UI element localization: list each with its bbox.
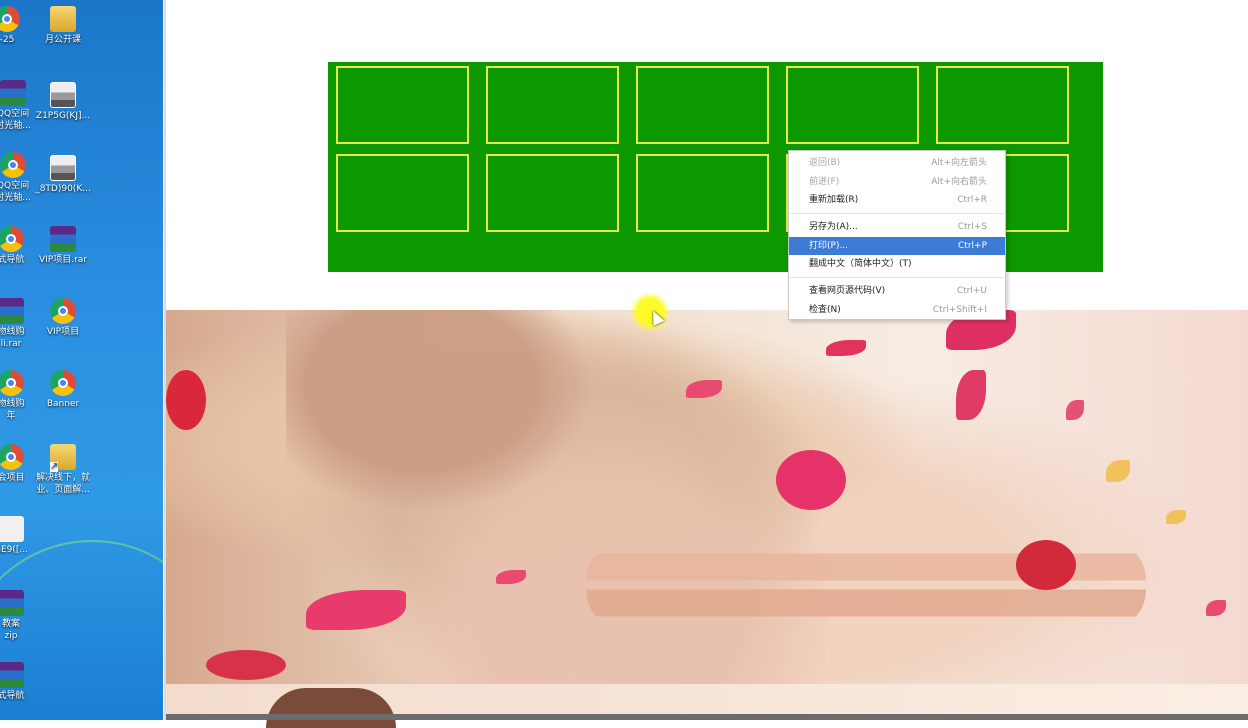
desktop-icon[interactable]: 月公开课 bbox=[28, 6, 98, 46]
winrar-icon bbox=[0, 662, 24, 688]
desktop-icon[interactable]: Z1P5G(KJ]... bbox=[28, 82, 98, 122]
desktop-icon[interactable]: _8TD)90(K... bbox=[28, 155, 98, 195]
menu-item-forward[interactable]: 前进(F) Alt+向右箭头 bbox=[789, 173, 1005, 191]
petal bbox=[956, 370, 986, 420]
menu-item-view-source[interactable]: 查看网页源代码(V) Ctrl+U bbox=[789, 282, 1005, 300]
desktop-icon[interactable]: 式导航 bbox=[0, 662, 46, 702]
desktop-icon[interactable]: Banner bbox=[28, 370, 98, 410]
chrome-icon bbox=[0, 226, 24, 252]
banner-image bbox=[166, 310, 1248, 684]
winrar-icon bbox=[0, 80, 26, 106]
rose bbox=[1016, 540, 1076, 590]
petal bbox=[1106, 460, 1130, 482]
menu-item-label: 前进(F) bbox=[809, 177, 840, 187]
desktop-icon-label: VIP项目.rar bbox=[38, 255, 87, 265]
menu-item-label: 返回(B) bbox=[809, 158, 841, 168]
winrar-icon bbox=[0, 298, 24, 324]
desktop-icon[interactable]: VIP项目 bbox=[28, 298, 98, 338]
petal bbox=[826, 340, 866, 356]
menu-item-reload[interactable]: 重新加载(R) Ctrl+R bbox=[789, 191, 1005, 209]
desktop-icon-label: Banner bbox=[46, 399, 80, 409]
chrome-icon bbox=[0, 6, 20, 32]
menu-item-label: 查看网页源代码(V) bbox=[809, 286, 886, 296]
folder-icon bbox=[50, 6, 76, 32]
chrome-icon bbox=[50, 370, 76, 396]
menu-item-shortcut: Ctrl+P bbox=[958, 241, 987, 251]
desktop-icon[interactable]: GE9([... bbox=[0, 516, 46, 556]
chrome-icon bbox=[0, 370, 24, 396]
menu-item-shortcut: Ctrl+S bbox=[957, 222, 987, 232]
desktop-icon-label: VIP项目 bbox=[46, 327, 80, 337]
menu-item-label: 检查(N) bbox=[809, 305, 841, 315]
next-banner-figure bbox=[266, 688, 396, 728]
desktop-icon[interactable]: 教案 zip bbox=[0, 590, 46, 642]
desktop-icon-label: 解决线下，就 业、页面解... bbox=[35, 473, 90, 495]
chrome-icon bbox=[0, 152, 26, 178]
menu-item-inspect[interactable]: 检查(N) Ctrl+Shift+I bbox=[789, 301, 1005, 319]
chrome-icon bbox=[50, 298, 76, 324]
file-icon bbox=[0, 516, 24, 542]
grid-cell bbox=[786, 66, 919, 144]
menu-item-label: 重新加载(R) bbox=[809, 195, 859, 205]
desktop-icon-label: Z1P5G(KJ]... bbox=[35, 111, 91, 121]
menu-item-shortcut: Alt+向左箭头 bbox=[931, 158, 987, 168]
menu-separator bbox=[790, 277, 1004, 278]
grid-cell bbox=[936, 66, 1069, 144]
chrome-icon bbox=[0, 444, 24, 470]
winrar-icon bbox=[0, 590, 24, 616]
menu-item-translate[interactable]: 翻成中文（简体中文）(T) bbox=[789, 255, 1005, 273]
image-file-icon bbox=[50, 82, 76, 108]
rose bbox=[206, 650, 286, 680]
menu-item-print[interactable]: 打印(P)... Ctrl+P bbox=[789, 237, 1005, 255]
winrar-icon bbox=[50, 226, 76, 252]
menu-item-shortcut: Alt+向右箭头 bbox=[931, 177, 987, 187]
menu-item-shortcut: Ctrl+U bbox=[956, 286, 987, 296]
desktop-icon-label: 式导航 bbox=[0, 691, 25, 701]
grid-cell bbox=[336, 154, 469, 232]
grid-cell bbox=[486, 154, 619, 232]
desktop-icon-label: 教案 zip bbox=[1, 619, 20, 641]
desktop-icon-label: 月公开课 bbox=[44, 35, 81, 45]
desktop-icon-label: _8TD)90(K... bbox=[35, 184, 91, 194]
grid-cell bbox=[336, 66, 469, 144]
grid-cell bbox=[636, 66, 769, 144]
window-bottom-edge bbox=[166, 714, 1248, 720]
petal bbox=[1166, 510, 1186, 524]
folder-shortcut-icon bbox=[50, 444, 76, 472]
menu-item-label: 另存为(A)... bbox=[809, 222, 858, 232]
browser-page: 返回(B) Alt+向左箭头 前进(F) Alt+向右箭头 重新加载(R) Ct… bbox=[164, 0, 1248, 728]
menu-item-shortcut: Ctrl+R bbox=[957, 195, 987, 205]
desktop-background: -25 月公开课 QQ空间 时光轴... Z1P5G(KJ]... QQ空间 时… bbox=[0, 0, 163, 720]
petal bbox=[1206, 600, 1226, 616]
menu-item-label: 打印(P)... bbox=[809, 241, 849, 251]
menu-item-shortcut: Ctrl+Shift+I bbox=[932, 305, 987, 315]
rose bbox=[166, 370, 206, 430]
grid-cell bbox=[486, 66, 619, 144]
desktop-icon[interactable]: VIP项目.rar bbox=[28, 226, 98, 266]
image-file-icon bbox=[50, 155, 76, 181]
menu-item-label: 翻成中文（简体中文）(T) bbox=[809, 259, 912, 269]
desktop-icon[interactable]: 解决线下，就 业、页面解... bbox=[28, 444, 98, 496]
petal bbox=[776, 450, 846, 510]
grid-cell bbox=[636, 154, 769, 232]
desktop-icon-label: GE9([... bbox=[0, 545, 28, 555]
context-menu: 返回(B) Alt+向左箭头 前进(F) Alt+向右箭头 重新加载(R) Ct… bbox=[788, 150, 1006, 320]
menu-separator bbox=[790, 213, 1004, 214]
menu-item-save-as[interactable]: 另存为(A)... Ctrl+S bbox=[789, 218, 1005, 236]
petal bbox=[1066, 400, 1084, 420]
menu-item-back[interactable]: 返回(B) Alt+向左箭头 bbox=[789, 154, 1005, 172]
